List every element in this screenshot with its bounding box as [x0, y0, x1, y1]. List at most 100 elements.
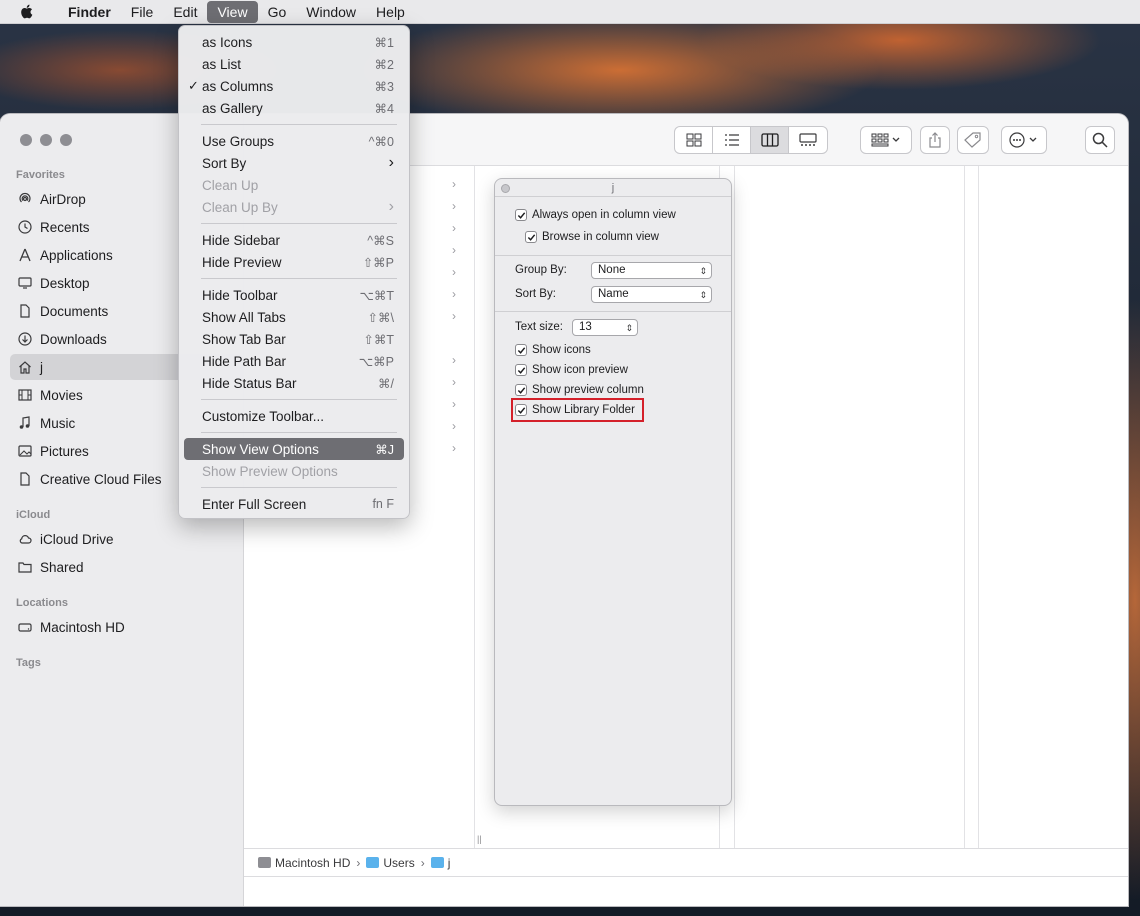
shortcut-label: ⌘3 [374, 79, 394, 94]
sidebar-item-desktop[interactable]: Desktop [10, 270, 178, 296]
path-crumb-home[interactable]: j [430, 856, 450, 870]
column-view-button[interactable] [751, 127, 789, 153]
menu-help[interactable]: Help [366, 1, 415, 23]
share-button[interactable] [920, 126, 950, 154]
sidebar-item-pictures[interactable]: Pictures [10, 438, 178, 464]
menu-item-show-all-tabs[interactable]: Show All Tabs ⇧⌘\ [184, 306, 404, 328]
show-icons-checkbox[interactable]: Show icons [515, 344, 591, 356]
group-by-button[interactable] [860, 126, 912, 154]
view-options-titlebar: j [495, 179, 731, 197]
chevron-right-icon: › [356, 855, 361, 870]
menu-item-hide-toolbar[interactable]: Hide Toolbar ⌥⌘T [184, 284, 404, 306]
sidebar-item-label: Shared [40, 559, 84, 575]
list-view-button[interactable] [713, 127, 751, 153]
gallery-view-button[interactable] [789, 127, 827, 153]
home-folder-icon [430, 857, 444, 868]
checkmark-icon [515, 209, 527, 221]
sort-by-popup[interactable]: Name ⇕ [591, 286, 712, 303]
gallery-icon [799, 133, 817, 146]
show-preview-column-checkbox[interactable]: Show preview column [515, 384, 644, 396]
menu-item-hide-sidebar[interactable]: Hide Sidebar ^⌘S [184, 229, 404, 251]
chevron-right-icon: › [452, 397, 456, 411]
apple-icon[interactable] [18, 3, 36, 21]
menu-item-show-tab-bar[interactable]: Show Tab Bar ⇧⌘T [184, 328, 404, 350]
menu-item-hide-preview[interactable]: Hide Preview ⇧⌘P [184, 251, 404, 273]
sidebar-item-icloud-drive[interactable]: iCloud Drive [10, 526, 178, 552]
menu-edit[interactable]: Edit [163, 1, 207, 23]
group-by-popup[interactable]: None ⇕ [591, 262, 712, 279]
show-icon-preview-checkbox[interactable]: Show icon preview [515, 364, 628, 376]
popup-value: Name [598, 288, 629, 300]
menu-view[interactable]: View [207, 0, 258, 23]
shortcut-label: ⌘4 [374, 101, 394, 116]
close-window-button[interactable] [20, 134, 32, 146]
sidebar-item-label: AirDrop [40, 191, 86, 207]
submenu-chevron-icon: › [388, 154, 394, 171]
search-button[interactable] [1085, 126, 1115, 154]
always-open-column-checkbox[interactable]: Always open in column view [515, 209, 676, 221]
menu-item-as-icons[interactable]: as Icons ⌘1 [184, 31, 404, 53]
menu-item-customize-toolbar[interactable]: Customize Toolbar... [184, 405, 404, 427]
sidebar-item-shared[interactable]: Shared [10, 554, 178, 580]
sidebar-item-movies[interactable]: Movies [10, 382, 178, 408]
menu-bar: Finder File Edit View Go Window Help [0, 0, 1140, 24]
menu-item-as-columns[interactable]: ✓ as Columns ⌘3 [184, 75, 404, 97]
shortcut-label: ^⌘S [367, 233, 394, 248]
sidebar-item-label: Recents [40, 219, 90, 235]
close-panel-button[interactable] [501, 184, 510, 193]
sidebar-item-macintosh-hd[interactable]: Macintosh HD [10, 614, 178, 640]
minimize-window-button[interactable] [40, 134, 52, 146]
sidebar-item-creative-cloud[interactable]: Creative Cloud Files [10, 466, 178, 492]
music-icon [18, 416, 32, 430]
shared-folder-icon [18, 560, 32, 574]
sidebar-item-label: Macintosh HD [40, 619, 125, 635]
sidebar-item-music[interactable]: Music [10, 410, 178, 436]
tags-button[interactable] [957, 126, 989, 154]
menu-go[interactable]: Go [258, 1, 297, 23]
menu-item-label: Clean Up [202, 177, 259, 193]
browse-column-checkbox[interactable]: Browse in column view [525, 231, 659, 243]
folder-icon [366, 857, 380, 868]
menu-item-as-gallery[interactable]: as Gallery ⌘4 [184, 97, 404, 119]
chevron-right-icon: › [420, 855, 425, 870]
menu-separator [201, 223, 397, 224]
menu-item-clean-up: Clean Up [184, 174, 404, 196]
chevron-right-icon: › [452, 265, 456, 279]
menu-window[interactable]: Window [296, 1, 366, 23]
menu-item-label: Hide Toolbar [202, 287, 278, 303]
chevron-right-icon: › [452, 287, 456, 301]
sidebar-item-airdrop[interactable]: AirDrop [10, 186, 178, 212]
menu-item-sort-by[interactable]: Sort By › [184, 152, 404, 174]
menu-separator [201, 278, 397, 279]
menu-item-show-view-options[interactable]: Show View Options ⌘J [184, 438, 404, 460]
sidebar-item-documents[interactable]: Documents [10, 298, 178, 324]
menu-item-hide-status-bar[interactable]: Hide Status Bar ⌘/ [184, 372, 404, 394]
menu-item-label: Enter Full Screen [202, 496, 307, 512]
group-by-label: Group By: [515, 264, 567, 276]
sidebar-item-recents[interactable]: Recents [10, 214, 178, 240]
checkbox-label: Browse in column view [542, 231, 659, 243]
column-resize-handle[interactable]: || [477, 834, 482, 844]
menu-item-label: Hide Path Bar [202, 353, 287, 369]
menu-item-enter-full-screen[interactable]: Enter Full Screen fn F [184, 493, 404, 515]
action-button[interactable] [1001, 126, 1047, 154]
checkmark-icon [515, 364, 527, 376]
icon-view-button[interactable] [675, 127, 713, 153]
path-crumb-users[interactable]: Users [366, 856, 415, 870]
shortcut-label: ⌘1 [374, 35, 394, 50]
zoom-window-button[interactable] [60, 134, 72, 146]
status-bar [244, 876, 1128, 906]
path-crumb-macintosh-hd[interactable]: Macintosh HD [258, 856, 350, 870]
updown-chevron-icon: ⇕ [625, 323, 633, 333]
menu-finder[interactable]: Finder [58, 1, 121, 23]
menu-item-hide-path-bar[interactable]: Hide Path Bar ⌥⌘P [184, 350, 404, 372]
checkmark-icon: ✓ [188, 78, 199, 93]
text-size-popup[interactable]: 13 ⇕ [572, 319, 638, 336]
shortcut-label: ⌥⌘P [358, 354, 394, 369]
menu-item-as-list[interactable]: as List ⌘2 [184, 53, 404, 75]
checkbox-label: Show icon preview [532, 364, 628, 376]
sidebar-item-applications[interactable]: Applications [10, 242, 178, 268]
sidebar-item-downloads[interactable]: Downloads [10, 326, 178, 352]
menu-file[interactable]: File [121, 1, 164, 23]
menu-item-use-groups[interactable]: Use Groups ^⌘0 [184, 130, 404, 152]
